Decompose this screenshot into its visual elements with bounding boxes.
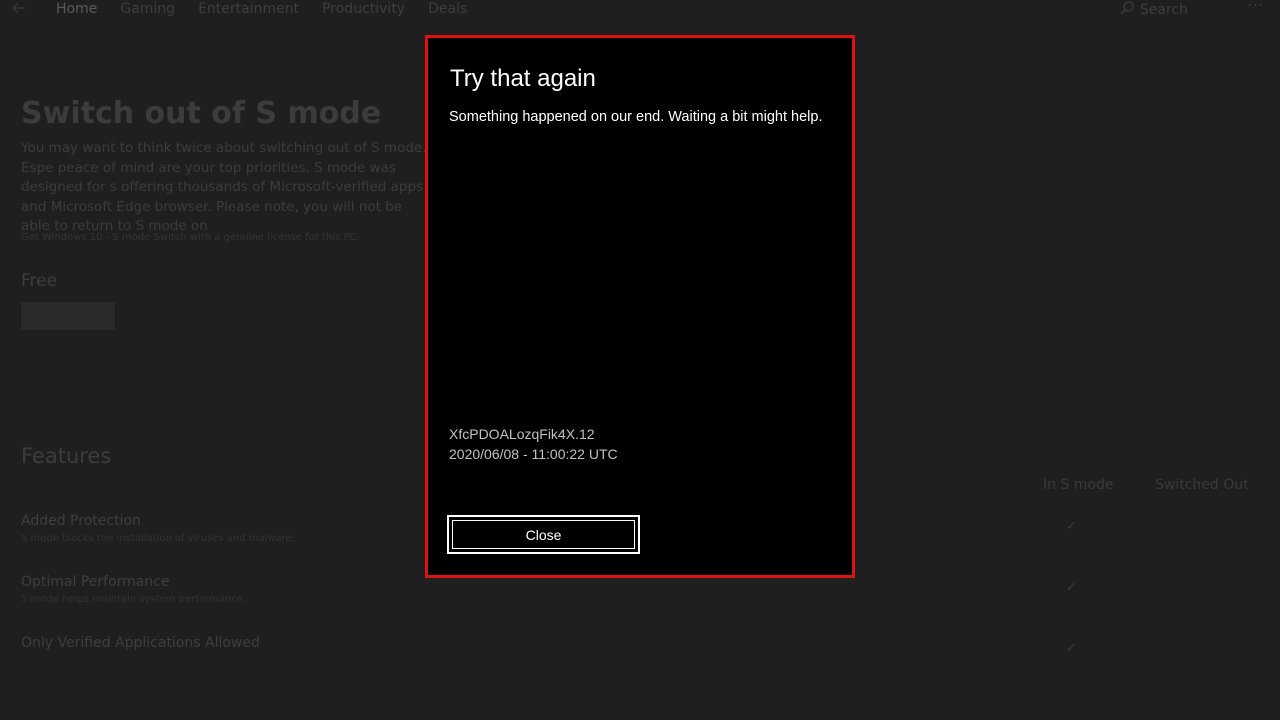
feature-title: Only Verified Applications Allowed bbox=[21, 635, 260, 651]
column-header-in-s-mode: In S mode bbox=[1043, 477, 1114, 493]
store-window: Home Gaming Entertainment Productivity D… bbox=[0, 0, 1280, 720]
search-label: Search bbox=[1139, 2, 1188, 18]
feature-title: Added Protection bbox=[21, 513, 141, 529]
column-header-switched-out: Switched Out bbox=[1155, 477, 1249, 493]
dialog-title: Try that again bbox=[450, 65, 596, 92]
product-title: Switch out of S mode bbox=[21, 96, 382, 131]
feature-description: S mode helps maintain system performance… bbox=[21, 594, 246, 605]
product-description: You may want to think twice about switch… bbox=[21, 140, 427, 234]
feature-title: Optimal Performance bbox=[21, 574, 170, 590]
feature-row: Added Protection S mode blocks the insta… bbox=[21, 513, 295, 544]
nav-tabs: Home Gaming Entertainment Productivity D… bbox=[56, 1, 467, 17]
search-button[interactable]: Search bbox=[1120, 1, 1188, 19]
feature-row: Optimal Performance S mode helps maintai… bbox=[21, 574, 246, 605]
more-icon[interactable]: ··· bbox=[1248, 0, 1264, 14]
checkmark-icon: ✓ bbox=[1066, 580, 1077, 595]
checkmark-icon: ✓ bbox=[1066, 641, 1077, 656]
product-price: Free bbox=[21, 271, 58, 291]
features-title: Features bbox=[21, 444, 112, 468]
checkmark-icon: ✓ bbox=[1066, 519, 1077, 534]
error-dialog: Try that again Something happened on our… bbox=[425, 35, 855, 578]
search-icon bbox=[1120, 1, 1134, 19]
product-note: Get Windows 10 - S mode Switch with a ge… bbox=[21, 232, 360, 243]
tab-deals[interactable]: Deals bbox=[428, 1, 467, 17]
dialog-message: Something happened on our end. Waiting a… bbox=[449, 109, 823, 125]
error-code: XfcPDOALozqFik4X.12 bbox=[449, 426, 595, 442]
tab-entertainment[interactable]: Entertainment bbox=[198, 1, 299, 17]
feature-row: Only Verified Applications Allowed bbox=[21, 635, 260, 651]
tab-gaming[interactable]: Gaming bbox=[120, 1, 175, 17]
close-button[interactable]: Close bbox=[447, 515, 640, 554]
tab-productivity[interactable]: Productivity bbox=[322, 1, 405, 17]
top-nav-bar: Home Gaming Entertainment Productivity D… bbox=[0, 0, 1280, 20]
error-timestamp: 2020/06/08 - 11:00:22 UTC bbox=[449, 446, 618, 462]
feature-description: S mode blocks the installation of viruse… bbox=[21, 533, 295, 544]
get-button[interactable] bbox=[21, 302, 115, 330]
back-arrow-icon[interactable] bbox=[12, 2, 28, 16]
tab-home[interactable]: Home bbox=[56, 1, 97, 17]
error-details: XfcPDOALozqFik4X.12 2020/06/08 - 11:00:2… bbox=[449, 424, 618, 464]
